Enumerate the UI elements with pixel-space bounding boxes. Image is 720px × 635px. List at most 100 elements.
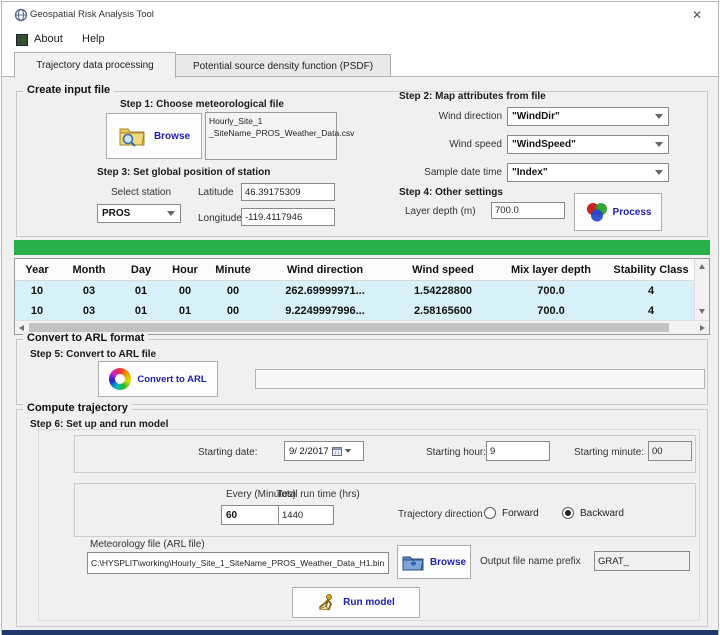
menu-item-help[interactable]: Help — [78, 32, 109, 46]
radio-icon — [484, 507, 496, 519]
wind-direction-value: "WindDir" — [512, 111, 560, 122]
total-run-time-label: Total run time (hrs) — [258, 489, 378, 500]
cell: 4 — [607, 301, 695, 321]
scrollbar-thumb[interactable] — [29, 323, 669, 332]
col-wind-speed[interactable]: Wind speed — [391, 259, 495, 281]
screen: Geospatial Risk Analysis Tool ✕ About He… — [0, 0, 720, 635]
col-day[interactable]: Day — [119, 259, 163, 281]
sample-date-label: Sample date time — [382, 167, 502, 178]
cell: 2.58165600 — [391, 301, 495, 321]
rgb-circles-icon — [585, 201, 609, 223]
compute-title: Compute trajectory — [23, 402, 132, 414]
table-header-row: Year Month Day Hour Minute Wind directio… — [15, 259, 695, 281]
col-stability-class[interactable]: Stability Class — [607, 259, 695, 281]
col-mix-layer-depth[interactable]: Mix layer depth — [495, 259, 607, 281]
menu-item-about[interactable]: About — [30, 32, 67, 46]
starting-date-picker[interactable]: 9/ 2/2017 — [284, 441, 364, 461]
cell: 10 — [15, 281, 59, 301]
col-hour[interactable]: Hour — [163, 259, 207, 281]
browse-met-file-label: Browse — [154, 131, 190, 142]
sample-date-select[interactable]: "Index" — [507, 163, 669, 182]
scroll-up-icon[interactable] — [695, 260, 708, 273]
forward-label: Forward — [502, 508, 539, 519]
station-value: PROS — [102, 208, 130, 219]
cell: 03 — [59, 301, 119, 321]
close-icon[interactable]: ✕ — [688, 7, 706, 23]
cell: 00 — [207, 301, 259, 321]
sample-date-value: "Index" — [512, 167, 548, 178]
wind-speed-value: "WindSpeed" — [512, 139, 576, 150]
tab-content: Create input file Step 1: Choose meteoro… — [2, 76, 718, 630]
step1-title: Step 1: Choose meteorological file — [120, 99, 284, 110]
scroll-right-icon[interactable] — [696, 321, 709, 334]
process-label: Process — [613, 207, 652, 218]
cell: 10 — [15, 301, 59, 321]
step3-title: Step 3: Set global position of station — [97, 167, 270, 178]
starting-minute-input[interactable] — [648, 441, 692, 461]
met-arl-file-input[interactable] — [87, 552, 389, 574]
chevron-down-icon — [345, 449, 351, 453]
select-station-label: Select station — [111, 187, 171, 198]
output-prefix-input[interactable] — [594, 551, 690, 571]
table-row[interactable]: 10 03 01 01 00 9.2249997996... 2.5816560… — [15, 301, 695, 321]
weather-data-table: Year Month Day Hour Minute Wind directio… — [14, 258, 710, 335]
cell: 00 — [207, 281, 259, 301]
step4-title: Step 4: Other settings — [399, 187, 503, 198]
latitude-label: Latitude — [198, 187, 234, 198]
col-wind-direction[interactable]: Wind direction — [259, 259, 391, 281]
col-year[interactable]: Year — [15, 259, 59, 281]
tab-trajectory-data-processing[interactable]: Trajectory data processing — [14, 52, 176, 78]
every-minutes-value: 60 — [226, 510, 237, 521]
total-run-time-input[interactable] — [278, 505, 334, 525]
tab-psdf[interactable]: Potential source density function (PSDF) — [175, 54, 391, 78]
col-minute[interactable]: Minute — [207, 259, 259, 281]
convert-to-arl-button[interactable]: Convert to ARL — [98, 361, 218, 397]
folder-arrow-icon — [402, 553, 424, 571]
wind-direction-select[interactable]: "WindDir" — [507, 107, 669, 126]
window-title: Geospatial Risk Analysis Tool — [30, 9, 154, 20]
convert-progress-bar — [255, 369, 705, 389]
latitude-input[interactable] — [241, 183, 335, 201]
run-model-label: Run model — [343, 597, 395, 608]
met-file-display: Hourly_Site_1 _SiteName_PROS_Weather_Dat… — [205, 112, 337, 160]
step5-title: Step 5: Convert to ARL file — [30, 349, 156, 360]
run-model-button[interactable]: Run model — [292, 587, 420, 618]
cell: 700.0 — [495, 301, 607, 321]
scroll-down-icon[interactable] — [695, 305, 708, 318]
radio-selected-icon — [562, 507, 574, 519]
table-row[interactable]: 10 03 01 00 00 262.69999971... 1.5422880… — [15, 281, 695, 301]
met-arl-file-label: Meteorology file (ARL file) — [90, 539, 205, 550]
browse-arl-button[interactable]: Browse — [397, 545, 471, 579]
forward-radio[interactable]: Forward — [484, 507, 539, 519]
layer-depth-input[interactable] — [491, 202, 565, 219]
cell: 01 — [119, 301, 163, 321]
step2-title: Step 2: Map attributes from file — [399, 91, 546, 102]
wind-speed-select[interactable]: "WindSpeed" — [507, 135, 669, 154]
starting-date-label: Starting date: — [198, 447, 257, 458]
cell: 4 — [607, 281, 695, 301]
starting-minute-label: Starting minute: — [574, 447, 644, 458]
longitude-input[interactable] — [241, 208, 335, 226]
chevron-down-icon — [167, 211, 175, 216]
station-select[interactable]: PROS — [97, 204, 181, 223]
cell: 1.54228800 — [391, 281, 495, 301]
color-ring-icon — [109, 368, 131, 390]
backward-radio[interactable]: Backward — [562, 507, 624, 519]
tab-strip: Trajectory data processing Potential sou… — [2, 50, 718, 77]
app-icon — [14, 8, 28, 22]
browse-met-file-button[interactable]: Browse — [106, 113, 202, 159]
menu-bar: About Help — [2, 28, 718, 50]
starting-hour-input[interactable] — [486, 441, 550, 461]
process-button[interactable]: Process — [574, 193, 662, 231]
app-window: Geospatial Risk Analysis Tool ✕ About He… — [1, 1, 719, 635]
convert-title: Convert to ARL format — [23, 332, 148, 344]
met-file-line1: Hourly_Site_1 — [209, 115, 333, 127]
about-icon — [16, 34, 28, 46]
create-input-title: Create input file — [23, 84, 114, 96]
chevron-down-icon — [655, 142, 663, 147]
vertical-scrollbar[interactable] — [694, 259, 709, 320]
browse-arl-label: Browse — [430, 557, 466, 568]
chevron-down-icon — [655, 114, 663, 119]
col-month[interactable]: Month — [59, 259, 119, 281]
cell: 01 — [163, 301, 207, 321]
